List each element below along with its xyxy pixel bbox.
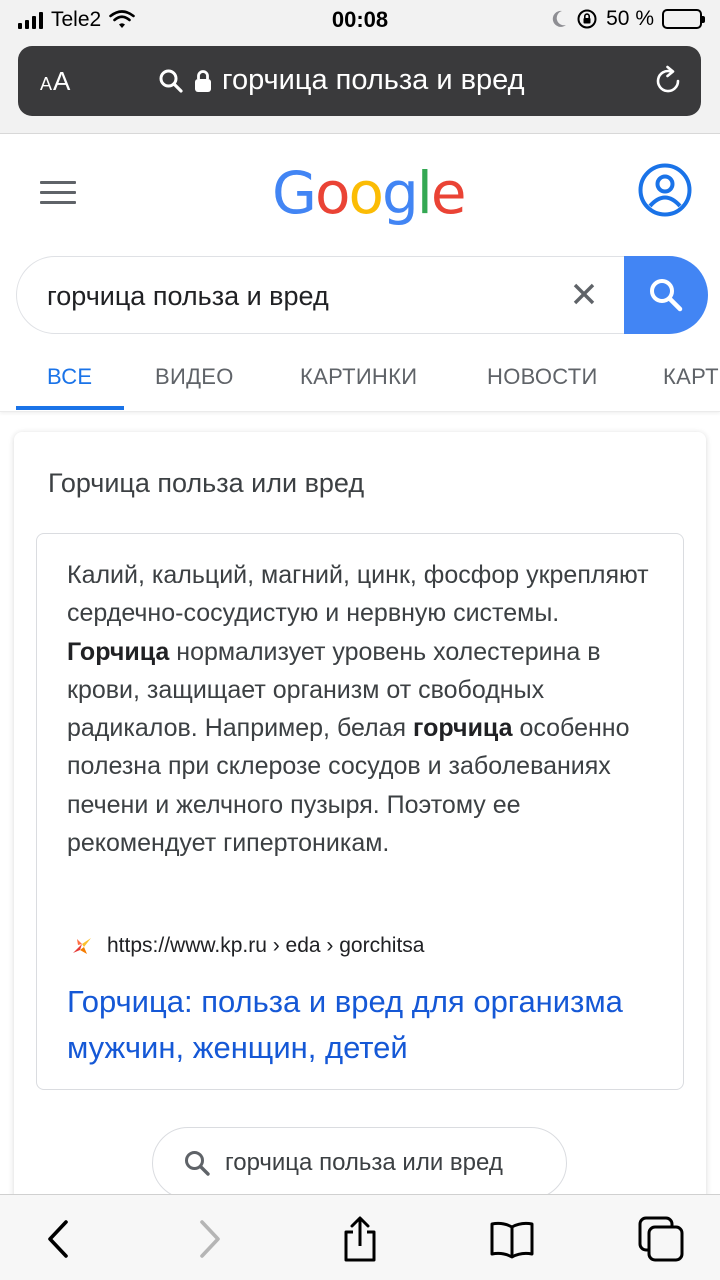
logo-letter: o — [348, 159, 383, 227]
snippet-text: Калий, кальций, магний, цинк, фосфор укр… — [67, 561, 649, 858]
lock-icon — [195, 69, 211, 92]
tab-news[interactable]: НОВОСТИ — [487, 364, 598, 390]
status-right: 50 % — [550, 7, 705, 31]
kp-favicon — [73, 938, 91, 954]
address-field[interactable]: горчица польза и вред — [158, 64, 525, 97]
tab-maps[interactable]: КАРТЫ — [663, 364, 720, 390]
logo-letter: G — [272, 159, 317, 227]
browser-toolbar — [0, 1194, 720, 1280]
google-header: Google — [0, 135, 720, 245]
search-tabs: ВСЕ ВИДЕО КАРТИНКИ НОВОСТИ КАРТЫ — [0, 360, 720, 412]
source-line[interactable]: https://www.kp.ru › eda › gorchitsa — [71, 934, 424, 958]
search-button[interactable] — [624, 256, 708, 334]
related-search-chip[interactable]: горчица польза или вред — [152, 1127, 567, 1199]
reload-icon[interactable] — [651, 64, 685, 98]
search-input[interactable]: горчица польза и вред — [47, 281, 329, 312]
result-link-title[interactable]: Горчица: польза и вред для организма муж… — [67, 979, 667, 1071]
logo-letter: e — [430, 159, 467, 227]
logo-letter: o — [314, 159, 350, 227]
battery-icon — [662, 9, 705, 29]
moon-icon — [552, 10, 567, 27]
share-icon — [344, 1216, 376, 1262]
source-url: https://www.kp.ru › eda › gorchitsa — [107, 934, 425, 957]
snippet-question: Горчица польза или вред — [48, 468, 365, 498]
tabs-icon — [638, 1216, 684, 1262]
featured-snippet-card: Горчица польза или вред Калий, кальций, … — [14, 432, 706, 1212]
share-button[interactable] — [335, 1215, 385, 1263]
bookmarks-button[interactable] — [487, 1215, 537, 1263]
back-button[interactable] — [34, 1215, 84, 1263]
orientation-lock-icon — [577, 9, 597, 29]
browser-address-area: AA горчица польза и вред — [0, 40, 720, 134]
snippet-box: Калий, кальций, магний, цинк, фосфор укр… — [36, 533, 684, 1090]
search-icon — [650, 279, 683, 312]
battery-percent: 50 % — [606, 7, 654, 30]
url-text: горчица польза и вред — [222, 64, 525, 96]
clear-icon[interactable] — [569, 279, 599, 309]
back-icon — [48, 1220, 68, 1258]
text-size-button[interactable]: AA — [40, 66, 71, 97]
status-bar: Tele2 00:08 50 % — [0, 0, 720, 40]
tab-all[interactable]: ВСЕ — [47, 364, 92, 390]
account-icon[interactable] — [638, 163, 692, 217]
search-box[interactable]: горчица польза и вред — [16, 256, 708, 334]
logo-letter: g — [381, 159, 419, 227]
active-tab-indicator — [16, 406, 124, 410]
search-icon — [159, 69, 183, 93]
hamburger-menu-icon[interactable] — [40, 181, 76, 211]
forward-icon — [200, 1220, 220, 1258]
related-search-text: горчица польза или вред — [225, 1149, 503, 1176]
tab-images[interactable]: КАРТИНКИ — [300, 364, 417, 390]
bookmarks-icon — [490, 1221, 534, 1259]
tab-video[interactable]: ВИДЕО — [155, 364, 234, 390]
google-logo[interactable]: Google — [272, 159, 467, 227]
tabs-button[interactable] — [636, 1215, 686, 1263]
forward-button[interactable] — [184, 1215, 234, 1263]
search-icon — [185, 1151, 210, 1176]
address-bar[interactable]: AA горчица польза и вред — [18, 46, 701, 116]
logo-letter: l — [416, 159, 433, 227]
